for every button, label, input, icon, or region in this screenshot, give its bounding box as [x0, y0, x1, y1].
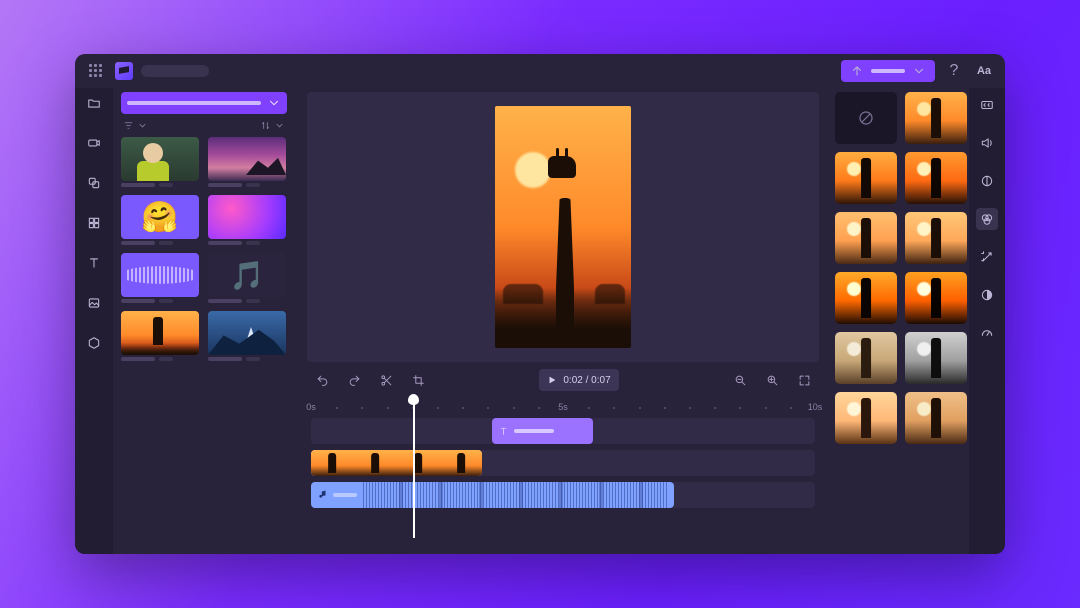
track-video[interactable]	[311, 450, 815, 476]
speaker-icon	[979, 135, 995, 151]
templates-tab[interactable]	[83, 212, 105, 234]
gauge-icon	[979, 325, 995, 341]
app-logo-icon	[115, 62, 133, 80]
typography-button[interactable]: Aa	[973, 60, 995, 82]
record-tab[interactable]	[83, 132, 105, 154]
timeline[interactable]: 0s5s10s	[307, 398, 819, 546]
timeline-ruler: 0s5s10s	[311, 402, 815, 418]
media-person[interactable]	[121, 137, 200, 187]
layers-icon	[86, 175, 102, 191]
ruler-mark: 10s	[808, 402, 823, 412]
filter-soft[interactable]	[835, 212, 897, 264]
audio-prop[interactable]	[976, 132, 998, 154]
text-icon	[86, 255, 102, 271]
video-preview	[495, 106, 631, 348]
filter-vivid[interactable]	[835, 272, 897, 324]
chevron-down-icon	[911, 63, 927, 79]
zoom-out-button[interactable]	[729, 369, 751, 391]
overlays-tab[interactable]	[83, 172, 105, 194]
speed-prop[interactable]	[976, 322, 998, 344]
filter-bloom[interactable]	[835, 392, 897, 444]
timeline-toolbar: 0:02 / 0:07	[307, 362, 819, 398]
cc-icon	[979, 97, 995, 113]
ruler-mark: 0s	[306, 402, 316, 412]
media-grid: 🤗🎵	[121, 137, 287, 361]
transitions-tab[interactable]	[83, 292, 105, 314]
zoom-in-button[interactable]	[761, 369, 783, 391]
camera-icon	[86, 135, 102, 151]
filter-mono[interactable]	[905, 332, 967, 384]
app-window: ? Aa	[75, 54, 1005, 554]
play-button[interactable]: 0:02 / 0:07	[539, 369, 618, 391]
media-music[interactable]: 🎵	[208, 253, 287, 303]
media-sort-button[interactable]	[260, 120, 285, 131]
help-button[interactable]: ?	[943, 60, 965, 82]
image-icon	[86, 295, 102, 311]
crop-button[interactable]	[407, 369, 429, 391]
app-grip-icon[interactable]	[85, 60, 107, 82]
split-button[interactable]	[375, 369, 397, 391]
topbar: ? Aa	[75, 54, 1005, 88]
property-rail	[969, 88, 1005, 554]
text-clip[interactable]	[492, 418, 593, 444]
media-panel: 🤗🎵	[113, 88, 295, 554]
playback-time: 0:02 / 0:07	[563, 375, 610, 386]
fit-button[interactable]	[793, 369, 815, 391]
text-tab[interactable]	[83, 252, 105, 274]
grid-icon	[86, 215, 102, 231]
filter-warm[interactable]	[835, 152, 897, 204]
left-tool-rail	[75, 88, 113, 554]
contrast-icon	[979, 173, 995, 189]
import-button[interactable]	[121, 92, 287, 114]
media-dusk[interactable]	[208, 137, 287, 187]
media-geometric[interactable]	[208, 195, 287, 245]
track-audio[interactable]	[311, 482, 815, 508]
media-sunset[interactable]	[121, 311, 200, 361]
filter-original[interactable]	[905, 92, 967, 144]
timeline-tracks	[311, 418, 815, 508]
color-prop[interactable]	[976, 170, 998, 192]
video-clip[interactable]	[311, 450, 482, 476]
chevron-down-icon	[267, 96, 281, 110]
upload-icon	[849, 63, 865, 79]
filter-bokeh[interactable]	[905, 212, 967, 264]
media-tab[interactable]	[83, 92, 105, 114]
right-panels	[827, 88, 1005, 554]
track-text[interactable]	[311, 418, 815, 444]
media-mountain[interactable]	[208, 311, 287, 361]
audio-clip[interactable]	[311, 482, 674, 508]
filter-sepia[interactable]	[835, 332, 897, 384]
captions-prop[interactable]	[976, 94, 998, 116]
redo-button[interactable]	[343, 369, 365, 391]
main-area: 🤗🎵	[75, 88, 1005, 554]
effects-prop[interactable]	[976, 246, 998, 268]
adjust-prop[interactable]	[976, 284, 998, 306]
half-icon	[979, 287, 995, 303]
filters-panel	[827, 88, 969, 554]
center-column: 0:02 / 0:07 0s5s10s	[295, 88, 827, 554]
media-emoji[interactable]: 🤗	[121, 195, 200, 245]
filter-fade[interactable]	[905, 392, 967, 444]
wand-icon	[979, 249, 995, 265]
filters-prop[interactable]	[976, 208, 998, 230]
undo-button[interactable]	[311, 369, 333, 391]
export-button[interactable]	[841, 60, 935, 82]
hex-icon	[86, 335, 102, 351]
project-title[interactable]	[141, 65, 209, 77]
media-waveform[interactable]	[121, 253, 200, 303]
media-filter-button[interactable]	[123, 120, 148, 131]
filter-vivid2[interactable]	[905, 272, 967, 324]
folder-icon	[86, 95, 102, 111]
filter-none[interactable]	[835, 92, 897, 144]
ruler-mark: 5s	[558, 402, 568, 412]
preview-canvas[interactable]	[307, 92, 819, 362]
filters-icon	[979, 211, 995, 227]
filter-warm2[interactable]	[905, 152, 967, 204]
brand-tab[interactable]	[83, 332, 105, 354]
